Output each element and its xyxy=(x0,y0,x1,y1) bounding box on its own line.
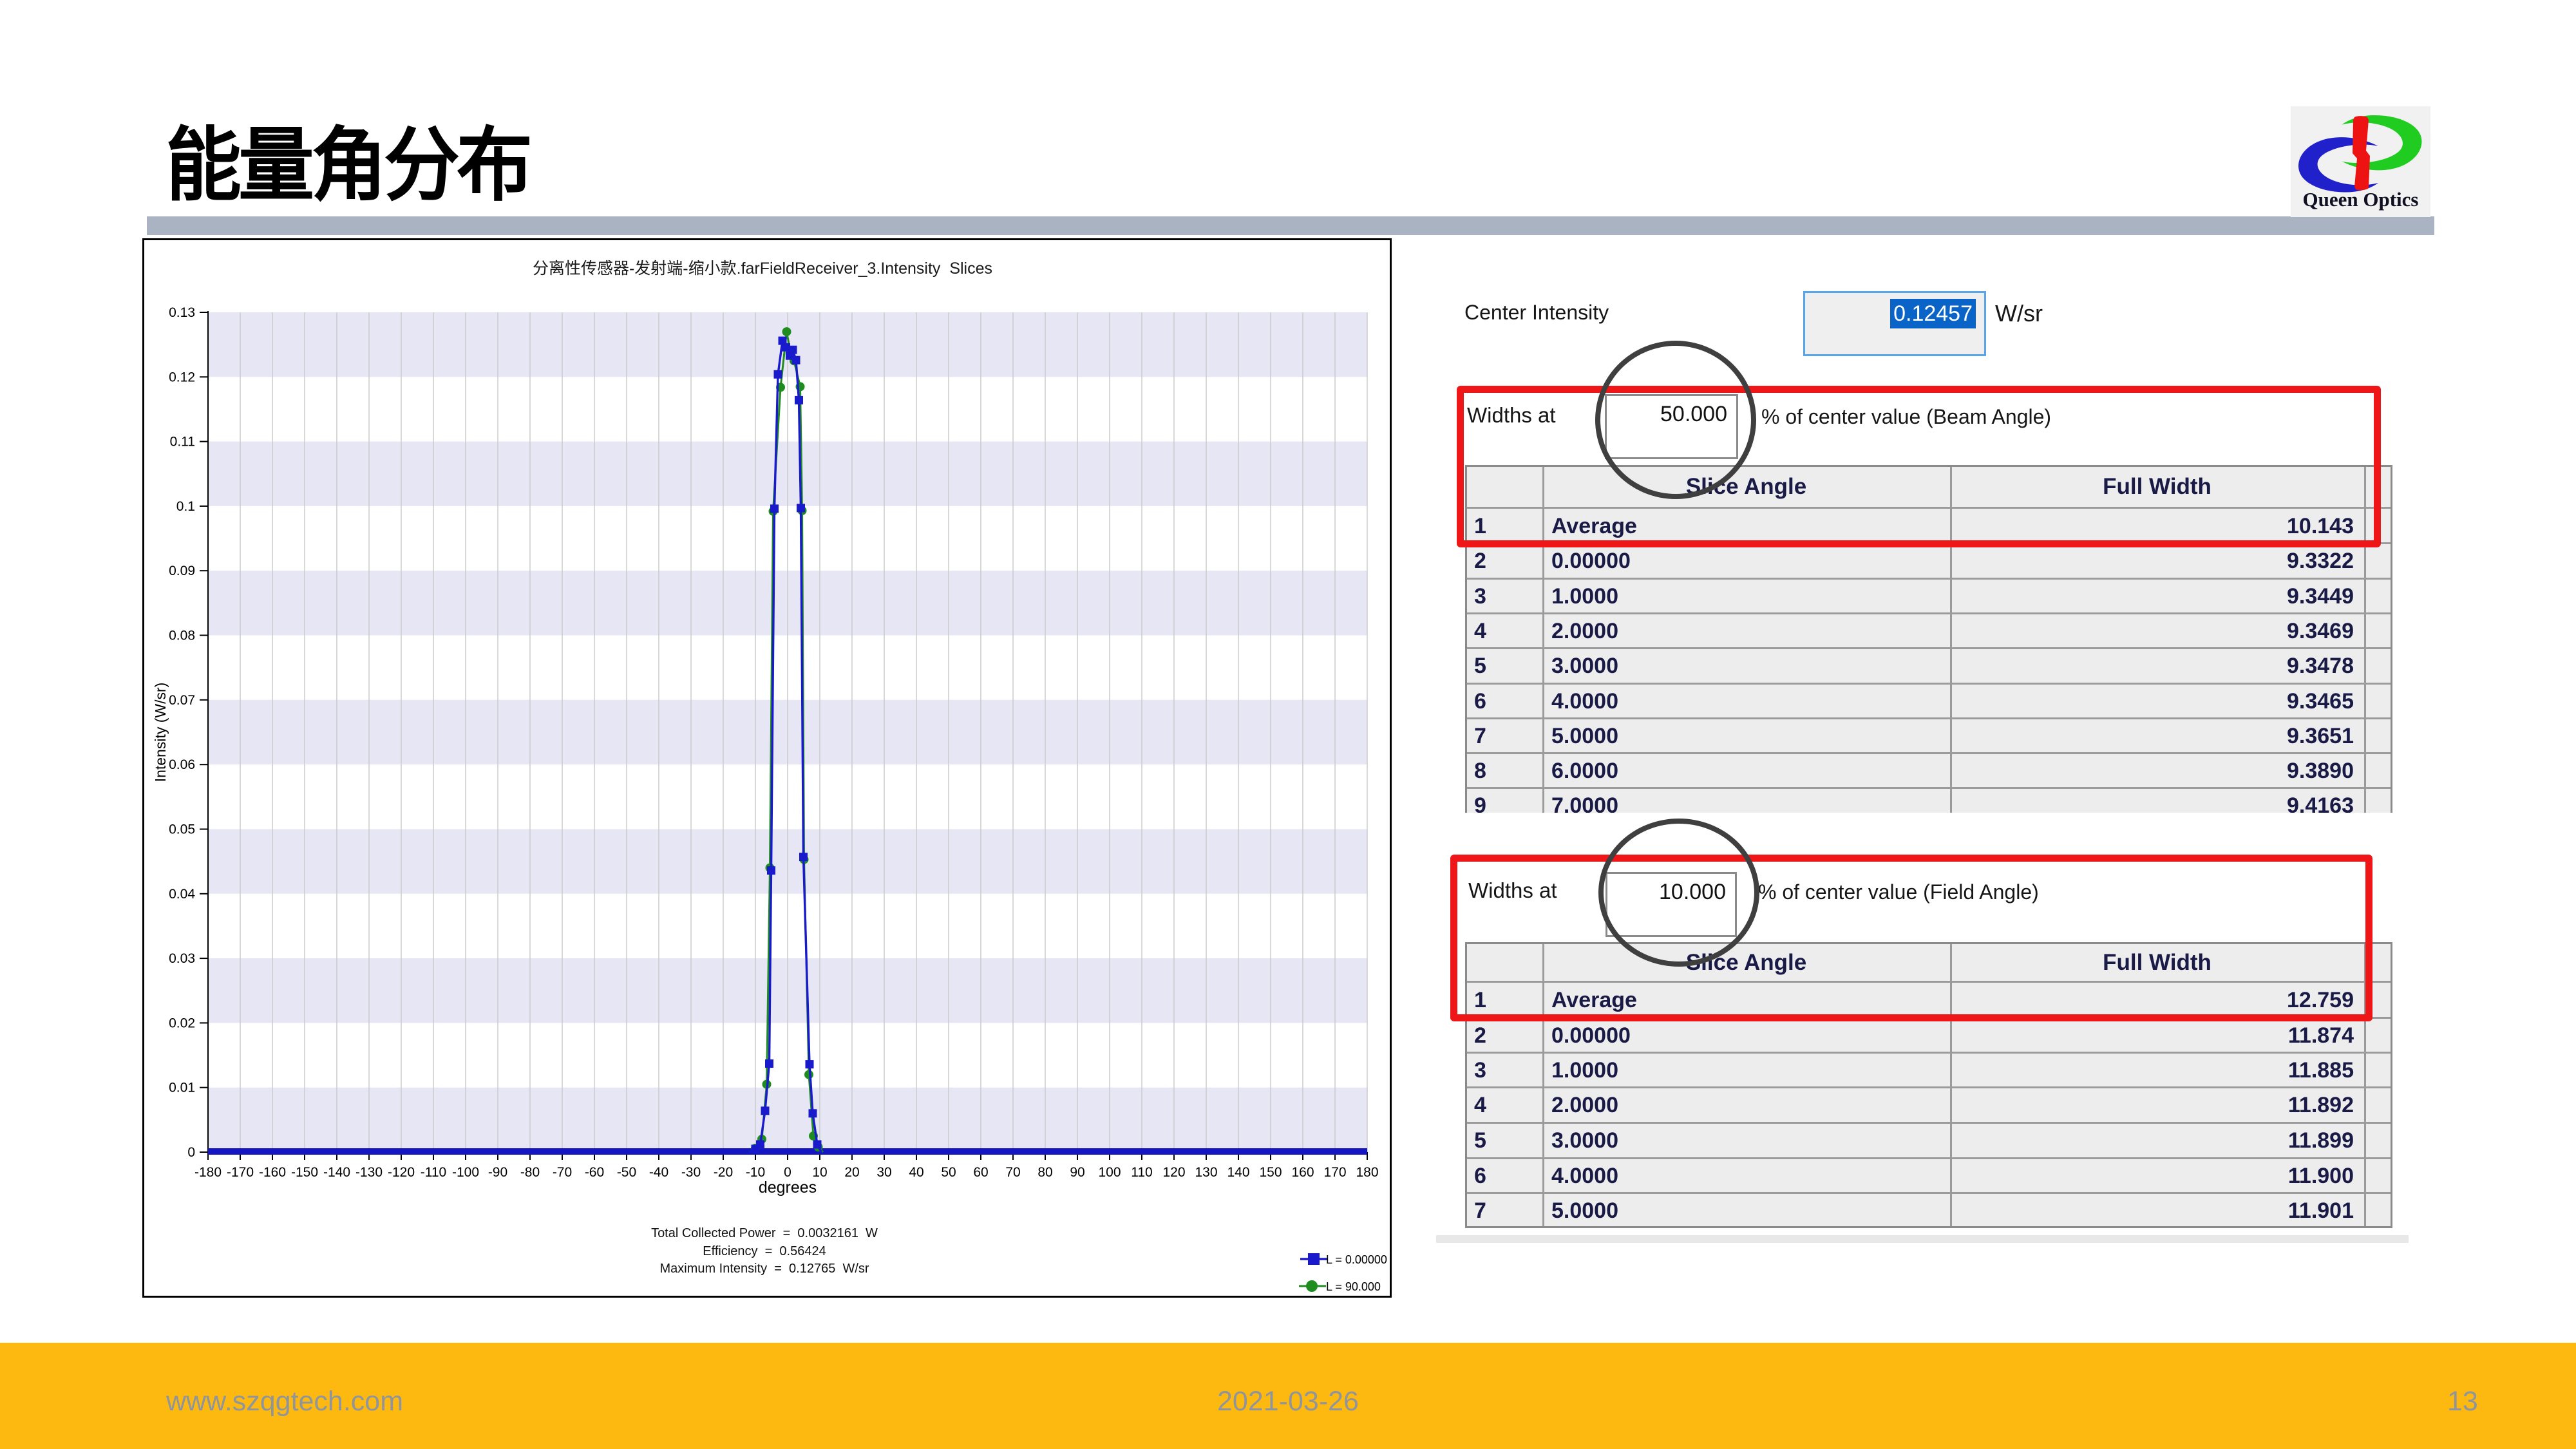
svg-text:L = 90.000: L = 90.000 xyxy=(1326,1280,1381,1293)
svg-text:130: 130 xyxy=(1195,1165,1217,1180)
svg-text:0.02: 0.02 xyxy=(169,1016,195,1030)
svg-text:140: 140 xyxy=(1227,1165,1249,1180)
svg-text:-20: -20 xyxy=(714,1165,733,1180)
svg-text:-160: -160 xyxy=(259,1165,286,1180)
svg-text:30: 30 xyxy=(876,1165,891,1180)
svg-text:120: 120 xyxy=(1162,1165,1185,1180)
svg-text:-40: -40 xyxy=(649,1165,668,1180)
svg-text:-180: -180 xyxy=(194,1165,222,1180)
svg-text:0.11: 0.11 xyxy=(170,435,195,450)
svg-text:-120: -120 xyxy=(388,1165,415,1180)
svg-text:L = 0.00000: L = 0.00000 xyxy=(1326,1253,1387,1266)
svg-text:150: 150 xyxy=(1259,1165,1282,1180)
svg-text:110: 110 xyxy=(1131,1165,1152,1180)
svg-text:-100: -100 xyxy=(452,1165,479,1180)
svg-text:0.09: 0.09 xyxy=(169,564,195,578)
svg-text:0.13: 0.13 xyxy=(169,305,195,320)
svg-text:0.03: 0.03 xyxy=(169,951,195,966)
svg-text:-170: -170 xyxy=(227,1165,254,1180)
svg-text:100: 100 xyxy=(1098,1165,1121,1180)
svg-text:0.1: 0.1 xyxy=(176,499,195,514)
svg-text:-140: -140 xyxy=(323,1165,350,1180)
svg-text:-10: -10 xyxy=(746,1165,765,1180)
svg-text:Total Collected Power = 0.00: Total Collected Power = 0.0032161 W xyxy=(651,1226,878,1240)
svg-text:-90: -90 xyxy=(488,1165,507,1180)
svg-text:Intensity (W/sr): Intensity (W/sr) xyxy=(152,683,169,782)
svg-text:0.05: 0.05 xyxy=(169,822,195,837)
svg-text:-130: -130 xyxy=(355,1165,383,1180)
svg-text:-110: -110 xyxy=(421,1165,446,1180)
svg-text:80: 80 xyxy=(1037,1165,1052,1180)
svg-text:0: 0 xyxy=(187,1145,195,1160)
svg-text:0: 0 xyxy=(784,1165,791,1180)
svg-text:分离性传感器-发射端-缩小款.farFieldReceive: 分离性传感器-发射端-缩小款.farFieldReceiver_3.Intens… xyxy=(533,260,992,278)
svg-text:-60: -60 xyxy=(585,1165,604,1180)
svg-text:0.04: 0.04 xyxy=(169,887,195,902)
svg-text:160: 160 xyxy=(1291,1165,1314,1180)
svg-text:-80: -80 xyxy=(520,1165,540,1180)
svg-text:10: 10 xyxy=(812,1165,827,1180)
svg-text:Efficiency = 0.56424: Efficiency = 0.56424 xyxy=(703,1244,826,1258)
svg-text:0.06: 0.06 xyxy=(169,757,195,772)
svg-text:-30: -30 xyxy=(681,1165,701,1180)
svg-text:-150: -150 xyxy=(291,1165,318,1180)
svg-text:170: 170 xyxy=(1323,1165,1346,1180)
svg-text:180: 180 xyxy=(1356,1165,1378,1180)
svg-text:degrees: degrees xyxy=(759,1179,817,1197)
svg-text:60: 60 xyxy=(973,1165,988,1180)
svg-text:40: 40 xyxy=(909,1165,923,1180)
svg-text:-70: -70 xyxy=(553,1165,572,1180)
svg-text:Maximum Intensity = 0.12765: Maximum Intensity = 0.12765 W/sr xyxy=(659,1262,869,1276)
svg-text:90: 90 xyxy=(1070,1165,1084,1180)
svg-text:50: 50 xyxy=(941,1165,956,1180)
svg-text:70: 70 xyxy=(1005,1165,1020,1180)
svg-text:0.01: 0.01 xyxy=(169,1081,195,1095)
svg-text:0.12: 0.12 xyxy=(169,370,195,384)
svg-text:-50: -50 xyxy=(617,1165,636,1180)
svg-text:20: 20 xyxy=(844,1165,859,1180)
svg-text:0.08: 0.08 xyxy=(169,629,195,643)
svg-text:0.07: 0.07 xyxy=(169,693,195,708)
